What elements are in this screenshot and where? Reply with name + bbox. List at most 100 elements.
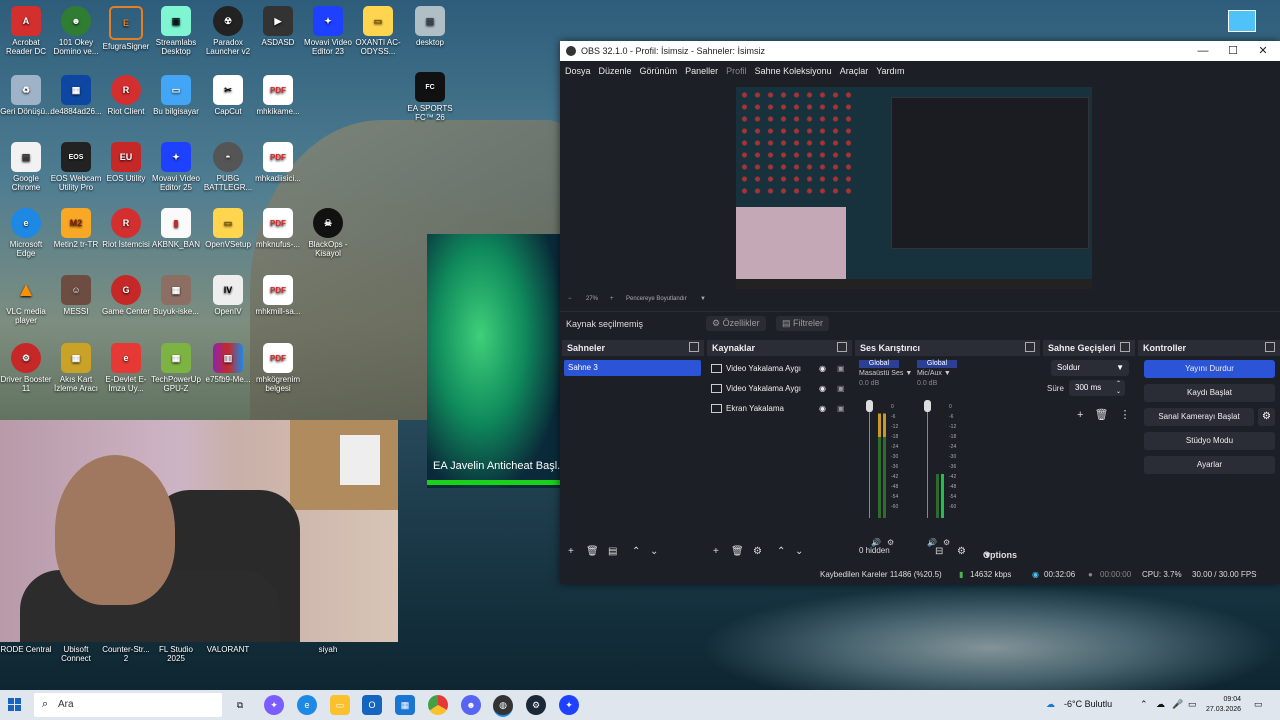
desktop-icon-akbank[interactable]: ▮ AKBNK_BAN	[150, 208, 202, 249]
source-item[interactable]: Video Yakalama Aygı ◉ ▣	[711, 381, 851, 397]
eye-icon[interactable]: ◉	[819, 381, 826, 397]
obs-titlebar[interactable]: OBS 32.1.0 - Profil: İsimsiz - Sahneler:…	[560, 41, 1280, 61]
source-item[interactable]: Ekran Yakalama ◉ ▣	[711, 401, 851, 417]
desktop-icon-valorant[interactable]: VALORANT	[202, 645, 254, 654]
desktop-icon-messi[interactable]: ☺ MESSI	[50, 275, 102, 316]
channel-name[interactable]: Mic/Aux ▼	[917, 370, 975, 377]
weather-icon[interactable]: ☁	[1046, 699, 1055, 710]
desktop-icon-akis[interactable]: ▦ Akıs Kart İzleme Aracı	[50, 343, 102, 393]
move-up-icon[interactable]: ⌃	[777, 546, 785, 557]
desktop-icon-driver-booster[interactable]: ⚙ Driver Booster 11	[0, 343, 52, 393]
layout-toggle-icon[interactable]: ⊟	[935, 546, 943, 557]
desktop-icon-chrome[interactable]: ▤ Google Chrome	[0, 142, 52, 192]
desktop-icon-efugra[interactable]: E EfugraSigner	[100, 6, 152, 51]
desktop-icon-file[interactable]: ▦ de4884ad26...	[50, 75, 102, 116]
weather-text[interactable]: -6°C Bulutlu	[1064, 699, 1112, 709]
volume-slider[interactable]	[927, 402, 928, 518]
eye-icon[interactable]: ◉	[819, 401, 826, 417]
maximize-button[interactable]: ☐	[1218, 41, 1248, 61]
desktop-icon-pdf1[interactable]: PDF mhkikame...	[252, 75, 304, 116]
add-scene-button[interactable]: +	[568, 546, 574, 557]
desktop-icon-acrobat[interactable]: A Acrobat Reader DC	[0, 6, 52, 56]
desktop-icon-ubisoft[interactable]: Ubisoft Connect	[50, 645, 102, 663]
copilot-icon[interactable]: ✦	[264, 695, 284, 715]
desktop-icon-openiv[interactable]: IV OpenIV	[202, 275, 254, 316]
desktop-icon-archive[interactable]: ▥ e75fb9-Me...	[202, 343, 254, 384]
lock-icon[interactable]: ▣	[837, 401, 845, 417]
desktop-icon-gpuz[interactable]: ▦ TechPowerUp GPU-Z	[150, 343, 202, 393]
channel-name[interactable]: Masaüstü Ses ▼	[859, 370, 917, 377]
desktop-icon-vlc[interactable]: ▲ VLC media player	[0, 275, 52, 326]
move-down-icon[interactable]: ⌄	[650, 546, 658, 557]
trash-icon[interactable]: 🗑	[586, 546, 599, 557]
stepper-icon[interactable]: ⌃ ⌄	[1116, 380, 1121, 396]
source-item[interactable]: Video Yakalama Aygı ◉ ▣	[711, 361, 851, 377]
program-preview[interactable]	[736, 87, 1092, 289]
zoom-in-button[interactable]: +	[610, 296, 614, 302]
desktop-icon-asdasd[interactable]: ▶ ASDASD	[252, 6, 304, 47]
hidden-count[interactable]: 0 hidden	[859, 546, 890, 555]
notification-widget-icon[interactable]	[1228, 10, 1256, 32]
menu-docks[interactable]: Paneller	[685, 66, 718, 76]
desktop-icon-edge[interactable]: e Microsoft Edge	[0, 208, 52, 258]
network-icon[interactable]: ▭	[1188, 699, 1197, 710]
movavi-icon[interactable]: ✦	[559, 695, 579, 715]
desktop-icon-metin2[interactable]: M2 Metin2 tr-TR	[50, 208, 102, 249]
desktop-icon-recycle-bin[interactable]: ♻ Geri Dönüşü...	[0, 75, 52, 116]
desktop-icon-eos-webcam[interactable]: EOS EOS Webcam Utility Pro	[50, 142, 102, 192]
desktop-icon-pubg[interactable]: ◓ PUBG BATTLEGR...	[202, 142, 254, 192]
desktop-icon-okey[interactable]: ☻ 101 Okey Domino ve...	[50, 6, 102, 56]
desktop-icon-riot-istemcisi[interactable]: R Riot İstemcisi	[100, 208, 152, 249]
move-down-icon[interactable]: ⌄	[795, 546, 803, 557]
stop-streaming-button[interactable]: Yayını Durdur	[1144, 360, 1275, 378]
desktop-icon-siyah[interactable]: siyah	[302, 645, 354, 654]
virtual-camera-settings-icon[interactable]: ⚙	[1258, 408, 1275, 426]
more-options-icon[interactable]: ⋮	[1120, 409, 1131, 421]
tray-cloud-icon[interactable]: ☁	[1156, 699, 1165, 710]
discord-icon[interactable]: ☻	[461, 695, 481, 715]
menu-file[interactable]: Dosya	[565, 66, 591, 76]
desktop-icon-fl-studio[interactable]: FL Studio 2025	[150, 645, 202, 663]
studio-mode-button[interactable]: Stüdyo Modu	[1144, 432, 1275, 450]
dock-undock-icon[interactable]	[1120, 342, 1130, 352]
desktop-icon-game-center[interactable]: G Game Center	[100, 275, 152, 316]
desktop-icon-easports[interactable]: FC EA SPORTS FC™ 26	[404, 72, 456, 122]
duration-input[interactable]: 300 ms ⌃ ⌄	[1069, 380, 1125, 396]
properties-button[interactable]: ⚙ Özellikler	[706, 316, 766, 331]
desktop-icon-movavi25[interactable]: ✦ Movavi Video Editor 25	[150, 142, 202, 192]
desktop-icon-pdf5[interactable]: PDF mhkögrenim belgesi	[252, 343, 304, 393]
menu-help[interactable]: Yardım	[876, 66, 904, 76]
desktop-icon-desktop[interactable]: ▤ desktop	[404, 6, 456, 47]
menu-profile[interactable]: Profil	[726, 66, 747, 76]
desktop-icon-buyuk[interactable]: ▦ Buyuk-iske...	[150, 275, 202, 316]
lock-icon[interactable]: ▣	[837, 361, 845, 377]
desktop-icon-rode[interactable]: RODE Central	[0, 645, 52, 654]
microphone-icon[interactable]: 🎤	[1172, 699, 1183, 710]
volume-slider-knob[interactable]	[866, 400, 873, 412]
trash-icon[interactable]: 🗑	[1095, 409, 1109, 421]
dock-undock-icon[interactable]	[1265, 342, 1275, 352]
close-button[interactable]: ✕	[1248, 41, 1278, 61]
filters-button[interactable]: ▤ Filtreler	[776, 316, 830, 331]
taskbar-clock[interactable]: 09:04 27.03.2026	[1206, 695, 1241, 715]
move-up-icon[interactable]: ⌃	[632, 546, 640, 557]
add-source-button[interactable]: +	[713, 546, 719, 557]
edge-icon[interactable]: e	[297, 695, 317, 715]
mixer-settings-icon[interactable]: ⚙	[957, 546, 966, 557]
desktop-icon-riot-client[interactable]: R Riot Client	[100, 75, 152, 116]
zoom-out-button[interactable]: −	[568, 296, 572, 302]
gear-icon[interactable]: ⚙	[753, 546, 762, 557]
desktop-icon-pdf2[interactable]: PDF mhkadiisici...	[252, 142, 304, 183]
transition-select[interactable]: Soldur ▼	[1051, 360, 1129, 376]
steam-icon[interactable]: ⚙	[526, 695, 546, 715]
minimize-button[interactable]: —	[1188, 41, 1218, 61]
desktop-icon-edevlet[interactable]: e E-Devlet E-İmza Uy...	[100, 343, 152, 393]
desktop-icon-paradox[interactable]: ☢ Paradox Launcher v2	[202, 6, 254, 56]
menu-tools[interactable]: Araçlar	[840, 66, 869, 76]
desktop-icon-this-pc[interactable]: ▭ Bu bilgisayar	[150, 75, 202, 116]
desktop-icon-streamlabs[interactable]: ▣ Streamlabs Desktop	[150, 6, 202, 56]
trash-icon[interactable]: 🗑	[731, 546, 744, 557]
dock-undock-icon[interactable]	[1025, 342, 1035, 352]
dock-undock-icon[interactable]	[837, 342, 847, 352]
anticheat-splash-window[interactable]: EA Javelin Anticheat Başl...	[427, 234, 566, 488]
